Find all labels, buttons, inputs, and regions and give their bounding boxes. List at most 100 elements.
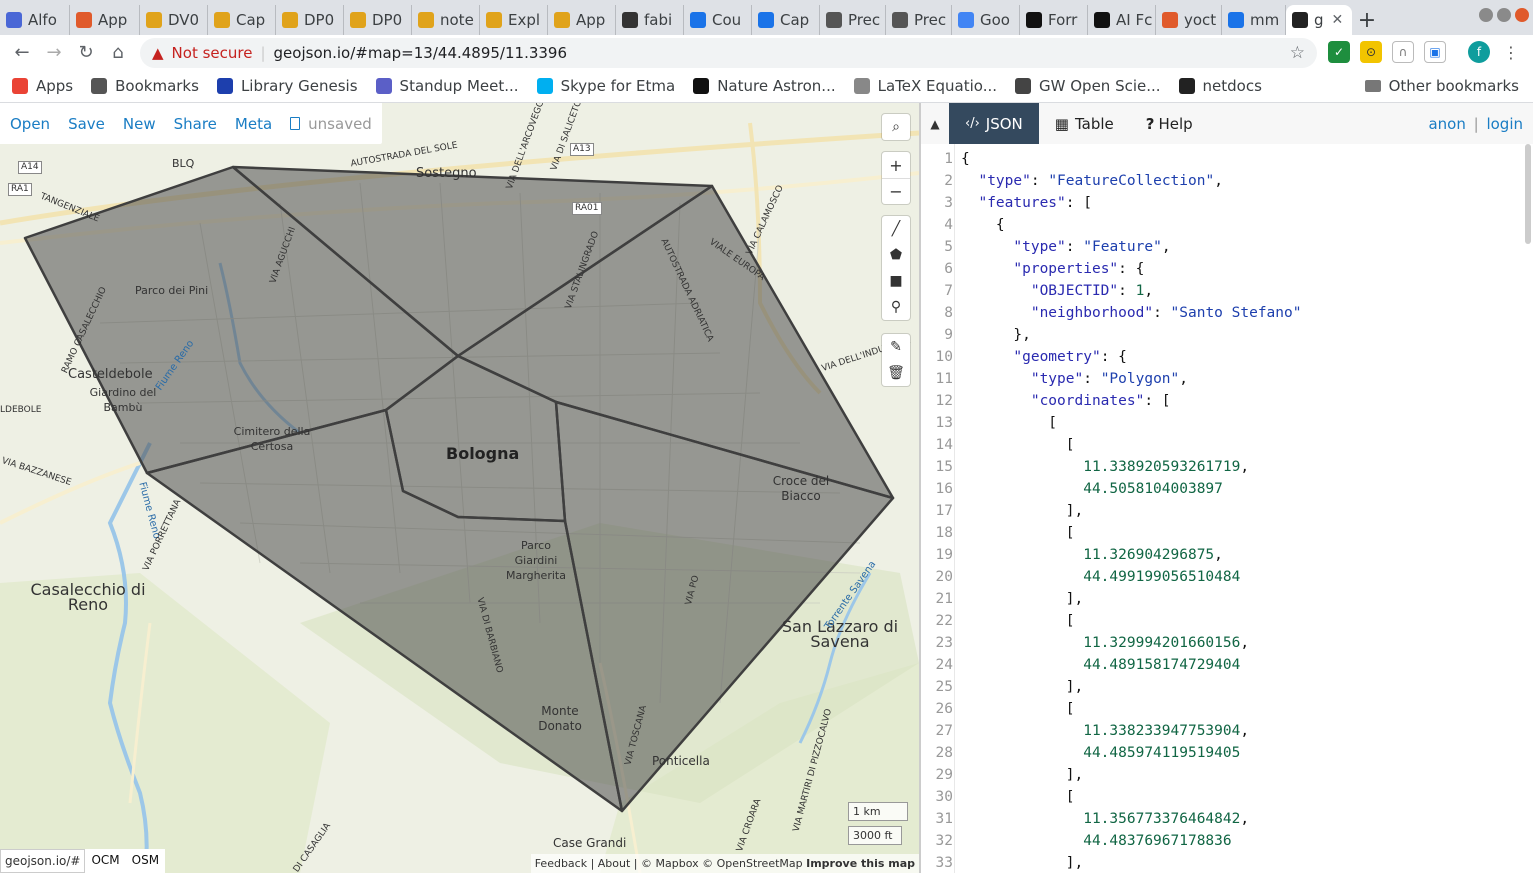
code-text[interactable]: 11.338920593261719,: [961, 456, 1249, 478]
close-tab-icon[interactable]: ✕: [1332, 12, 1344, 28]
code-text[interactable]: "features": [: [961, 192, 1092, 214]
code-text[interactable]: "properties": {: [961, 258, 1144, 280]
code-text[interactable]: [: [961, 412, 1057, 434]
bookmark-star-icon[interactable]: ☆: [1290, 43, 1305, 63]
extension-check-icon[interactable]: ✓: [1328, 41, 1350, 63]
browser-tab[interactable]: Expl: [480, 5, 548, 35]
code-text[interactable]: 44.485974119519405: [961, 742, 1240, 764]
browser-tab[interactable]: Cap: [752, 5, 820, 35]
draw-line-icon[interactable]: ╱: [882, 216, 910, 242]
code-text[interactable]: 11.338233947753904,: [961, 720, 1249, 742]
browser-tab[interactable]: DP0: [276, 5, 344, 35]
code-text[interactable]: ],: [961, 588, 1083, 610]
layer-ocm[interactable]: OCM: [85, 849, 126, 873]
code-text[interactable]: 11.326904296875,: [961, 544, 1223, 566]
home-icon[interactable]: ⌂: [102, 37, 134, 69]
anon-link[interactable]: anon: [1428, 115, 1465, 133]
code-text[interactable]: [: [961, 610, 1075, 632]
tab-help[interactable]: ? Help: [1130, 103, 1209, 144]
code-text[interactable]: 44.5058104003897: [961, 478, 1223, 500]
menu-save[interactable]: Save: [68, 115, 105, 133]
browser-tab[interactable]: DV0: [140, 5, 208, 35]
code-text[interactable]: 11.356773376464842,: [961, 808, 1249, 830]
menu-new[interactable]: New: [123, 115, 156, 133]
extension-headphones-icon[interactable]: ∩: [1392, 41, 1414, 63]
extension-screenshot-icon[interactable]: ▣: [1424, 41, 1446, 63]
zoom-in-icon[interactable]: +: [882, 152, 910, 178]
browser-tab[interactable]: yoct: [1156, 5, 1222, 35]
profile-avatar[interactable]: f: [1468, 41, 1490, 63]
address-bar[interactable]: ▲ Not secure | geojson.io/#map=13/44.489…: [140, 38, 1317, 68]
map-view[interactable]: Bologna Sostegno Casteldebole Parco dei …: [0, 103, 919, 873]
bookmark-item[interactable]: Apps: [12, 77, 73, 95]
browser-tab[interactable]: Cap: [208, 5, 276, 35]
search-icon[interactable]: ⌕: [882, 114, 910, 140]
browser-tab[interactable]: fabi: [616, 5, 684, 35]
minimize-icon[interactable]: [1479, 8, 1493, 22]
code-text[interactable]: [: [961, 786, 1075, 808]
code-text[interactable]: "geometry": {: [961, 346, 1127, 368]
code-text[interactable]: [: [961, 698, 1075, 720]
code-text[interactable]: 44.489158174729404: [961, 654, 1240, 676]
bookmark-item[interactable]: LaTeX Equatio...: [853, 77, 997, 95]
menu-share[interactable]: Share: [174, 115, 217, 133]
reload-icon[interactable]: ↻: [70, 37, 102, 69]
attribution-text[interactable]: Feedback | About | © Mapbox © OpenStreet…: [535, 857, 803, 870]
browser-tab[interactable]: g ✕: [1286, 5, 1352, 35]
zoom-out-icon[interactable]: −: [882, 178, 910, 204]
delete-layers-icon[interactable]: 🗑: [882, 360, 910, 386]
draw-polygon-icon[interactable]: ⬟: [882, 242, 910, 268]
tab-table[interactable]: ▦ Table: [1039, 103, 1130, 144]
editor-scrollbar[interactable]: [1525, 144, 1531, 244]
code-text[interactable]: "neighborhood": "Santo Stefano": [961, 302, 1302, 324]
maximize-icon[interactable]: [1497, 8, 1511, 22]
code-text[interactable]: ],: [961, 852, 1083, 874]
collapse-pane-icon[interactable]: ▲: [921, 117, 949, 131]
browser-tab[interactable]: Forr: [1020, 5, 1088, 35]
bookmark-item[interactable]: GW Open Scie...: [1015, 77, 1161, 95]
browser-tab[interactable]: DP0: [344, 5, 412, 35]
code-text[interactable]: },: [961, 324, 1030, 346]
draw-rectangle-icon[interactable]: ■: [882, 268, 910, 294]
close-window-icon[interactable]: [1515, 8, 1529, 22]
login-link[interactable]: login: [1486, 115, 1523, 133]
bookmark-item[interactable]: Skype for Etma: [536, 77, 675, 95]
code-text[interactable]: 11.329994201660156,: [961, 632, 1249, 654]
code-text[interactable]: "coordinates": [: [961, 390, 1171, 412]
browser-menu-icon[interactable]: ⋮: [1500, 41, 1522, 63]
browser-tab[interactable]: mm: [1222, 5, 1286, 35]
new-tab-button[interactable]: +: [1352, 5, 1382, 35]
code-text[interactable]: 44.499199056510484: [961, 566, 1240, 588]
bookmark-item[interactable]: Standup Meet...: [375, 77, 519, 95]
bookmark-item[interactable]: Nature Astron...: [693, 77, 836, 95]
back-icon[interactable]: ←: [6, 37, 38, 69]
code-text[interactable]: [: [961, 434, 1075, 456]
other-bookmarks[interactable]: Other bookmarks: [1364, 77, 1519, 95]
code-text[interactable]: "type": "Polygon",: [961, 368, 1188, 390]
code-text[interactable]: "type": "FeatureCollection",: [961, 170, 1222, 192]
browser-tab[interactable]: Prec: [886, 5, 952, 35]
code-text[interactable]: "type": "Feature",: [961, 236, 1170, 258]
code-text[interactable]: [: [961, 522, 1075, 544]
browser-tab[interactable]: Alfo: [0, 5, 70, 35]
edit-layers-icon[interactable]: ✎: [882, 334, 910, 360]
code-text[interactable]: "OBJECTID": 1,: [961, 280, 1153, 302]
bookmark-item[interactable]: Library Genesis: [216, 77, 358, 95]
code-text[interactable]: ],: [961, 676, 1083, 698]
bookmark-item[interactable]: netdocs: [1178, 77, 1262, 95]
url-text[interactable]: geojson.io/#map=13/44.4895/11.3396: [274, 44, 567, 62]
browser-tab[interactable]: Prec: [820, 5, 886, 35]
code-text[interactable]: 44.48376967178836: [961, 830, 1231, 852]
forward-icon[interactable]: →: [38, 37, 70, 69]
code-text[interactable]: ],: [961, 500, 1083, 522]
code-text[interactable]: {: [961, 148, 970, 170]
browser-tab[interactable]: App: [70, 5, 140, 35]
draw-marker-icon[interactable]: ⚲: [882, 294, 910, 320]
bookmark-item[interactable]: Bookmarks: [91, 77, 199, 95]
improve-map-link[interactable]: Improve this map: [806, 857, 915, 870]
tab-json[interactable]: ‹/› JSON: [949, 103, 1039, 144]
code-text[interactable]: ],: [961, 764, 1083, 786]
code-text[interactable]: {: [961, 214, 1005, 236]
browser-tab[interactable]: App: [548, 5, 616, 35]
browser-tab[interactable]: AI Fc: [1088, 5, 1156, 35]
